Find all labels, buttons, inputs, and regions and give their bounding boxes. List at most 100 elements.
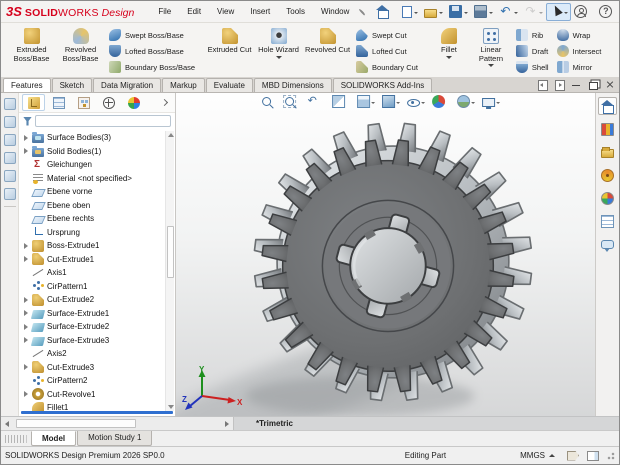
mate-icon[interactable] — [4, 188, 16, 200]
task-pane-tab[interactable] — [598, 189, 617, 207]
dropdown-arrow-icon[interactable] — [464, 12, 468, 16]
command-tab[interactable]: SOLIDWORKS Add-Ins — [333, 78, 433, 92]
view-toolbar-button[interactable] — [429, 94, 454, 109]
tree-item[interactable]: Cut-Extrude2 — [22, 293, 165, 307]
dropdown-arrow-icon[interactable] — [496, 102, 500, 106]
rollback-bar[interactable] — [21, 411, 173, 414]
task-pane-tab[interactable] — [598, 235, 617, 253]
graphics-area[interactable]: Y X Z — [176, 93, 595, 416]
horizontal-scrollbar[interactable] — [1, 417, 234, 430]
ribbon-button[interactable]: Extruded Boss/Base — [7, 25, 56, 76]
tree-item[interactable]: CirPattern1 — [22, 280, 165, 294]
surface-sweep-icon[interactable] — [4, 98, 16, 110]
pane-right-icon[interactable] — [552, 79, 566, 90]
doc-close-button[interactable] — [603, 79, 617, 90]
resize-grip[interactable] — [607, 452, 615, 460]
qat-button[interactable] — [546, 3, 571, 21]
task-pane-tab[interactable] — [598, 166, 617, 184]
ribbon-button[interactable]: Hole Wizard — [254, 25, 303, 76]
expand-arrow-icon[interactable] — [23, 391, 29, 397]
dropdown-arrow-icon[interactable] — [489, 12, 493, 16]
expand-arrow-icon[interactable] — [23, 256, 29, 262]
view-toolbar-button[interactable] — [329, 94, 354, 109]
dropdown-arrow-icon[interactable] — [471, 102, 475, 106]
surface-extrude-icon[interactable] — [4, 116, 16, 128]
units-dropdown-arrow-icon[interactable] — [549, 451, 555, 457]
expand-arrow-icon[interactable] — [23, 135, 29, 141]
ribbon-button[interactable]: Revolved Boss/Base — [56, 25, 105, 76]
tree-item[interactable]: Boss-Extrude1 — [22, 239, 165, 253]
expand-panel-chevron-icon[interactable] — [161, 99, 168, 106]
expand-arrow-icon[interactable] — [23, 310, 29, 316]
tree-item[interactable]: Cut-Extrude3 — [22, 361, 165, 375]
ribbon-button[interactable]: Draft — [512, 43, 553, 59]
qat-button[interactable] — [421, 3, 446, 21]
qat-button[interactable] — [596, 3, 620, 21]
dropdown-arrow-icon[interactable] — [414, 12, 418, 16]
tree-item[interactable]: Ebene oben — [22, 199, 165, 213]
status-pane-icon[interactable] — [587, 451, 599, 461]
menu-item[interactable]: Insert — [242, 3, 278, 20]
view-toolbar-button[interactable] — [379, 94, 404, 109]
tree-filter-input[interactable] — [35, 115, 171, 127]
menu-item[interactable]: Edit — [179, 3, 209, 20]
scroll-up-arrow[interactable] — [167, 131, 174, 139]
model-tab[interactable]: Model — [31, 431, 76, 446]
ribbon-button[interactable]: Shell — [512, 59, 553, 75]
tree-item[interactable]: Ursprung — [22, 226, 165, 240]
units-dropdown[interactable]: MMGS — [516, 450, 559, 461]
qat-button[interactable] — [496, 3, 521, 21]
qat-button[interactable] — [471, 3, 496, 21]
tree-item[interactable]: Surface-Extrude2 — [22, 320, 165, 334]
featuremanager-tab[interactable] — [47, 94, 70, 111]
command-tab[interactable]: Markup — [162, 78, 205, 92]
expand-arrow-icon[interactable] — [23, 324, 29, 330]
scrollbar-thumb[interactable] — [16, 419, 136, 428]
appearance-icon[interactable] — [4, 170, 16, 182]
qat-button[interactable] — [446, 3, 471, 21]
menu-item[interactable]: View — [209, 3, 242, 20]
spline-icon[interactable] — [4, 134, 16, 146]
model-tab[interactable]: Motion Study 1 — [77, 431, 152, 446]
view-toolbar-button[interactable] — [304, 94, 329, 109]
view-toolbar-button[interactable] — [479, 96, 504, 108]
expand-arrow-icon[interactable] — [23, 337, 29, 343]
tree-item[interactable]: Solid Bodies(1) — [22, 145, 165, 159]
task-pane-tab[interactable] — [598, 212, 617, 230]
scrollbar-thumb[interactable] — [167, 226, 174, 278]
doc-restore-button[interactable] — [586, 79, 600, 90]
ribbon-button[interactable]: Extruded Cut — [205, 25, 254, 76]
tree-item[interactable]: Gleichungen — [22, 158, 165, 172]
qat-button[interactable] — [521, 3, 546, 21]
ribbon-button[interactable]: Mirror — [553, 59, 606, 75]
featuremanager-tab[interactable] — [22, 94, 45, 111]
dropdown-arrow-icon[interactable] — [488, 64, 494, 70]
tree-item[interactable]: Fillet1 — [22, 401, 165, 411]
menu-item[interactable]: File — [150, 3, 179, 20]
featuremanager-tab[interactable] — [72, 94, 95, 111]
dropdown-arrow-icon[interactable] — [564, 12, 568, 16]
qat-button[interactable] — [571, 3, 596, 21]
dropdown-arrow-icon[interactable] — [514, 12, 518, 16]
ribbon-button[interactable]: Boundary Cut — [352, 59, 422, 75]
dropdown-arrow-icon[interactable] — [539, 12, 543, 16]
command-tab[interactable]: MBD Dimensions — [254, 78, 332, 92]
ribbon-button[interactable]: Swept Cut — [352, 27, 422, 43]
scroll-down-arrow[interactable] — [167, 403, 174, 411]
tree-vertical-scrollbar[interactable] — [165, 131, 174, 411]
command-tab[interactable]: Data Migration — [93, 78, 161, 92]
menu-item[interactable]: Window — [313, 3, 357, 20]
tree-item[interactable]: Material <not specified> — [22, 172, 165, 186]
ribbon-button[interactable]: Wrap — [553, 27, 606, 43]
freeform-icon[interactable] — [4, 152, 16, 164]
tree-item[interactable]: Axis1 — [22, 266, 165, 280]
task-pane-tab[interactable] — [598, 97, 617, 115]
view-toolbar-button[interactable] — [281, 95, 304, 108]
ribbon-button[interactable]: Reference Geometry — [611, 25, 620, 76]
tree-item[interactable]: Ebene rechts — [22, 212, 165, 226]
scroll-left-arrow[interactable] — [1, 417, 14, 430]
tree-item[interactable]: Surface-Extrude1 — [22, 307, 165, 321]
tree-item[interactable]: Ebene vorne — [22, 185, 165, 199]
dropdown-arrow-icon[interactable] — [396, 102, 400, 106]
featuremanager-tab[interactable] — [97, 94, 120, 111]
